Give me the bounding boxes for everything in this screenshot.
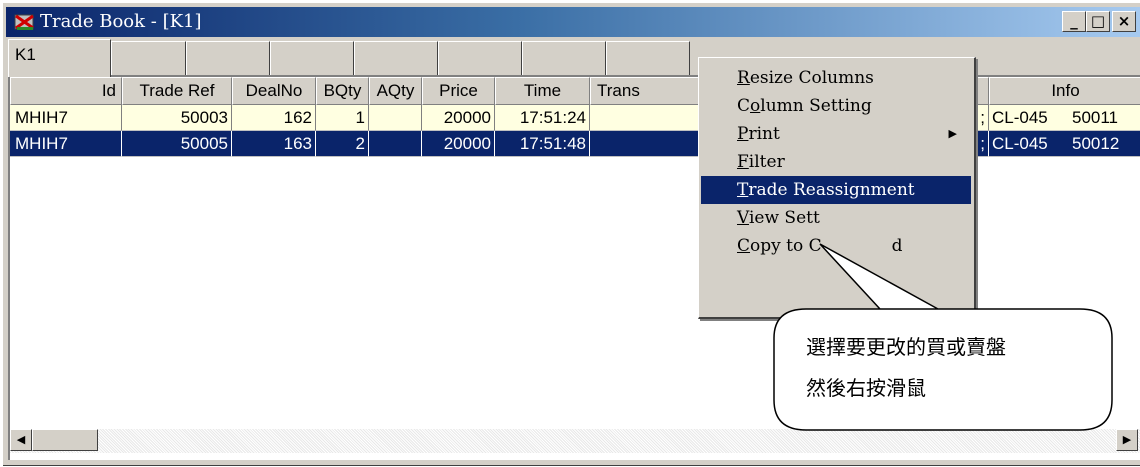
cell-trans [590,105,710,131]
horizontal-scrollbar[interactable]: ◀ ▶ [10,429,1140,453]
menu-item-label: opy to C [750,236,822,256]
cell-time: 17:51:48 [495,131,590,157]
tab-empty[interactable] [111,41,186,75]
tab-empty[interactable] [438,41,522,75]
cell-info: CL-045 [989,105,1069,131]
column-header-id[interactable]: Id [10,77,122,105]
cell-aqty [369,131,422,157]
menu-item-copy-to-clipboard[interactable]: Copy to C d [701,232,971,260]
submenu-arrow-icon: ▶ [948,127,957,140]
title-bar[interactable]: Trade Book - [K1] _ □ × [6,7,1140,37]
mnemonic: o [750,96,761,116]
cell-bqty: 2 [316,131,369,157]
menu-item-trade-reassignment[interactable]: Trade Reassignment [701,176,971,204]
context-menu: Resize Columns Column Setting Print ▶ Fil… [698,57,976,319]
tab-empty[interactable] [186,41,270,75]
cell-trade-ref: 50005 [122,131,232,157]
column-header-time[interactable]: Time [495,77,590,105]
callout-line-2: 然後右按滑鼠 [806,378,926,400]
menu-item-filter[interactable]: Filter [701,148,971,176]
cell-info-2: 50011 [1069,105,1140,131]
cell-deal-no: 162 [232,105,316,131]
minimize-button[interactable]: _ [1062,11,1086,32]
menu-item-label: rade Reassignment [748,180,915,200]
menu-item-view-settings[interactable]: View Sett [701,204,971,232]
cell-trade-ref: 50003 [122,105,232,131]
cell-trans [590,131,710,157]
scroll-left-icon[interactable]: ◀ [10,429,32,451]
mnemonic: F [737,152,749,172]
mnemonic: R [737,68,750,88]
window-title: Trade Book - [K1] [40,11,202,32]
mnemonic: T [737,180,749,200]
column-header-aqty[interactable]: AQty [369,77,422,105]
column-header-deal-no[interactable]: DealNo [232,77,316,105]
menu-item-label: esize Columns [749,68,874,88]
cell-time: 17:51:24 [495,105,590,131]
cell-bqty: 1 [316,105,369,131]
menu-item-resize-columns[interactable]: Resize Columns [701,64,971,92]
cell-info: CL-045 [989,131,1069,157]
tab-empty[interactable] [354,41,438,75]
menu-item-label: ilter [748,152,785,172]
tab-empty[interactable] [522,41,606,75]
cell-id: MHIH7 [10,105,122,131]
tab-empty[interactable] [606,41,690,75]
cell-price: 20000 [422,105,495,131]
callout-line-1: 選擇要更改的買或賣盤 [806,337,1006,359]
menu-item-prefix: C [737,96,751,116]
menu-item-column-setting[interactable]: Column Setting [701,92,971,120]
menu-item-tail: d [891,236,903,256]
maximize-button[interactable]: □ [1086,11,1110,32]
app-icon [14,14,34,30]
mnemonic: C [737,236,751,256]
column-header-trade-ref[interactable]: Trade Ref [122,77,232,105]
mnemonic: V [737,208,749,228]
menu-item-label: lumn Setting [760,96,872,116]
cell-info-2: 50012 [1069,131,1140,157]
cell-id: MHIH7 [10,131,122,157]
column-header-trans[interactable]: Trans [590,77,710,105]
cell-aqty [369,105,422,131]
tab-empty[interactable] [270,41,354,75]
mnemonic: P [737,124,749,144]
tab-k1[interactable]: K1 [8,39,111,77]
cell-price: 20000 [422,131,495,157]
menu-item-print[interactable]: Print ▶ [701,120,971,148]
close-button[interactable]: × [1112,11,1136,32]
cell-deal-no: 163 [232,131,316,157]
menu-item-label: iew Sett [748,208,820,228]
menu-item-label: rint [748,124,780,144]
column-header-info[interactable]: Info [989,77,1140,105]
scroll-right-icon[interactable]: ▶ [1116,429,1138,451]
column-header-price[interactable]: Price [422,77,495,105]
column-header-bqty[interactable]: BQty [316,77,369,105]
scroll-thumb[interactable] [32,429,98,451]
